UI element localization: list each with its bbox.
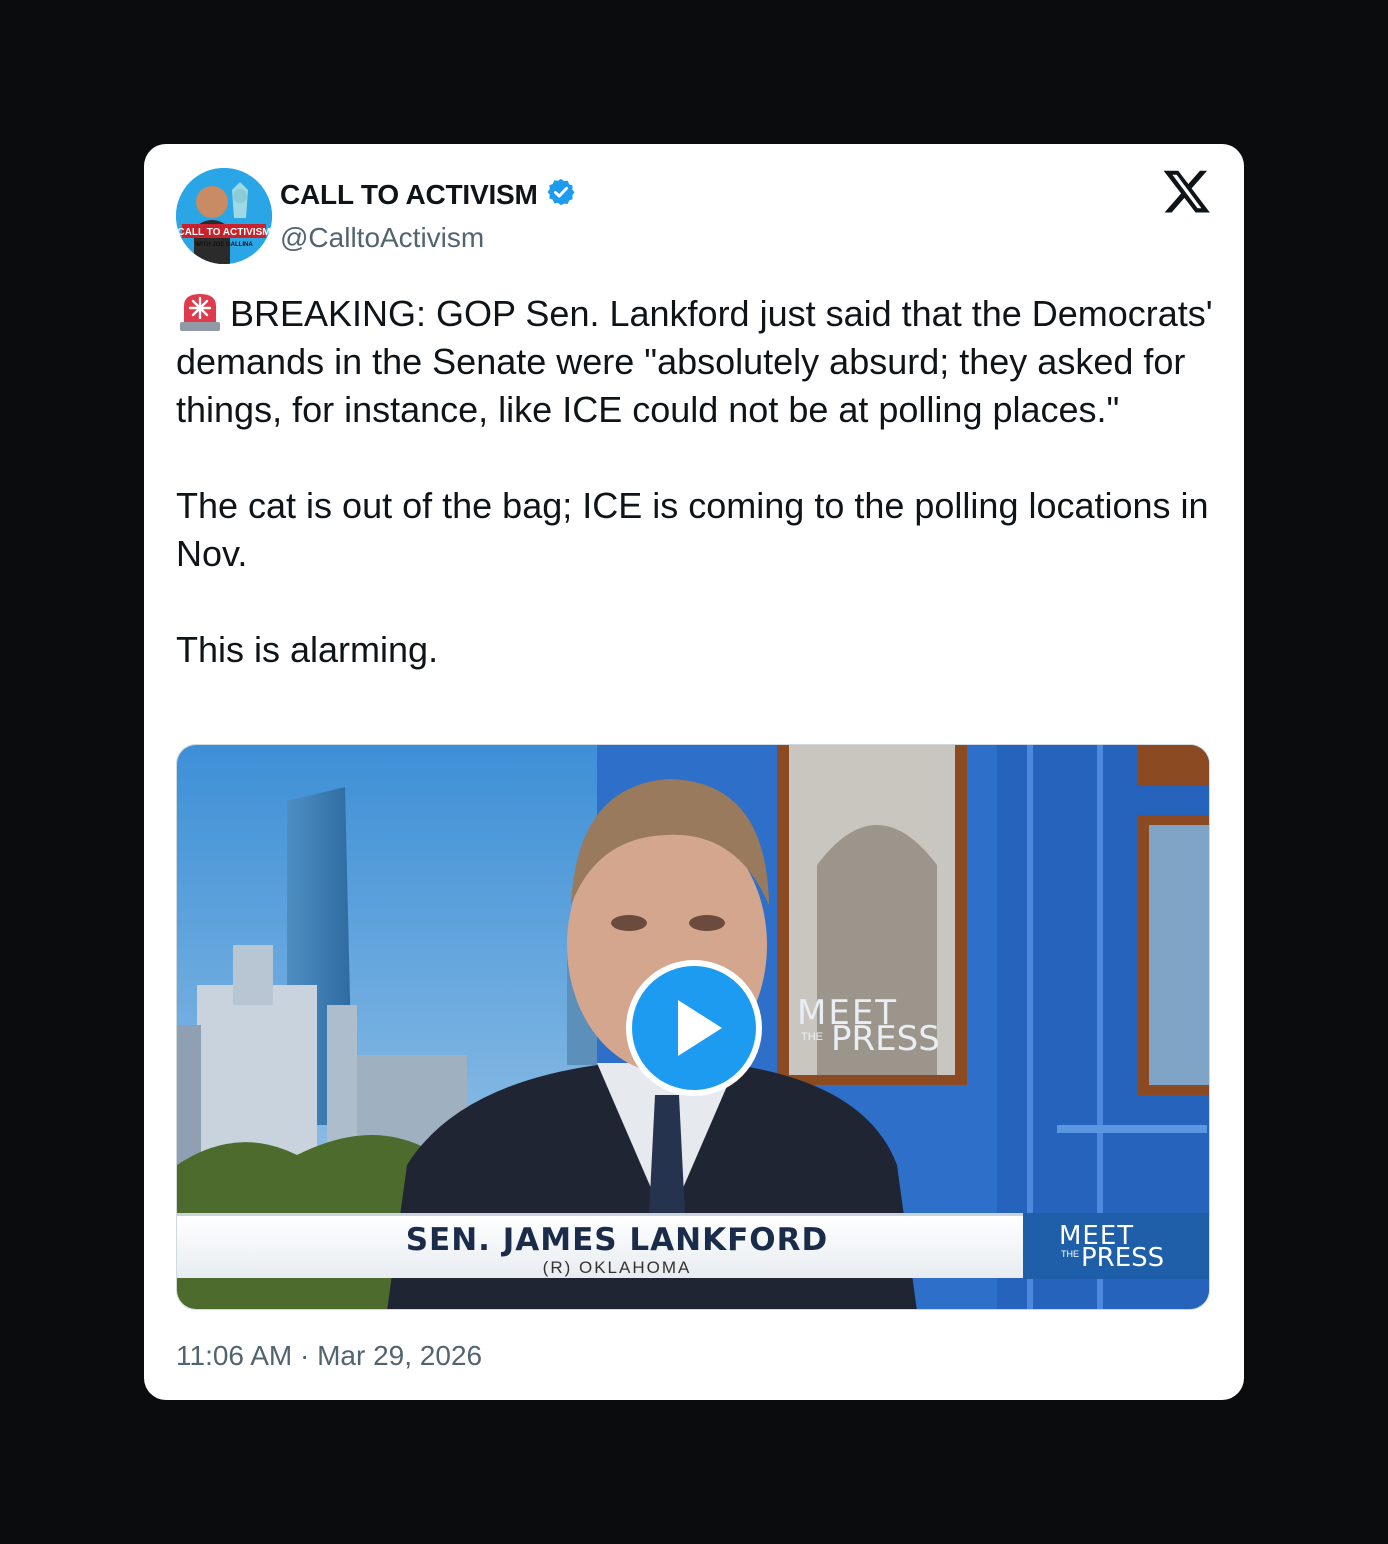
lower-third-subtitle: (R) OKLAHOMA: [542, 1258, 692, 1277]
video-player[interactable]: MEET THE PRESS SEN. JAMES LANKFORD (R) O…: [176, 744, 1210, 1310]
play-icon: [678, 1000, 722, 1056]
author-handle[interactable]: @CalltoActivism: [280, 222, 484, 254]
svg-text:CALL TO ACTIVISM: CALL TO ACTIVISM: [177, 227, 270, 238]
tweet-timestamp[interactable]: 11:06 AM · Mar 29, 2026: [176, 1340, 482, 1372]
wall-logo-press: PRESS: [831, 1019, 940, 1059]
tweet-card: CALL TO ACTIVISM WITH JOE GALLINA CALL T…: [144, 144, 1244, 1400]
lower-third: SEN. JAMES LANKFORD (R) OKLAHOMA: [177, 1213, 1023, 1278]
verified-badge-icon: [546, 177, 576, 212]
tweet-body: BREAKING: GOP Sen. Lankford just said th…: [176, 288, 1216, 674]
rotating-light-icon: [176, 288, 224, 334]
svg-text:WITH JOE GALLINA: WITH JOE GALLINA: [195, 242, 253, 248]
author-name-row: CALL TO ACTIVISM: [280, 177, 576, 212]
lower-third-name: SEN. JAMES LANKFORD: [405, 1222, 829, 1258]
show-bug: MEET THE PRESS: [1023, 1213, 1209, 1279]
x-logo-icon[interactable]: [1162, 166, 1212, 216]
tweet-text: BREAKING: GOP Sen. Lankford just said th…: [176, 293, 1213, 670]
author-name[interactable]: CALL TO ACTIVISM: [280, 179, 538, 211]
wall-logo-the: THE: [801, 1031, 823, 1043]
bug-the: THE: [1061, 1249, 1079, 1259]
play-button[interactable]: [626, 960, 762, 1096]
bug-press: PRESS: [1081, 1243, 1165, 1273]
avatar[interactable]: CALL TO ACTIVISM WITH JOE GALLINA: [176, 168, 272, 264]
